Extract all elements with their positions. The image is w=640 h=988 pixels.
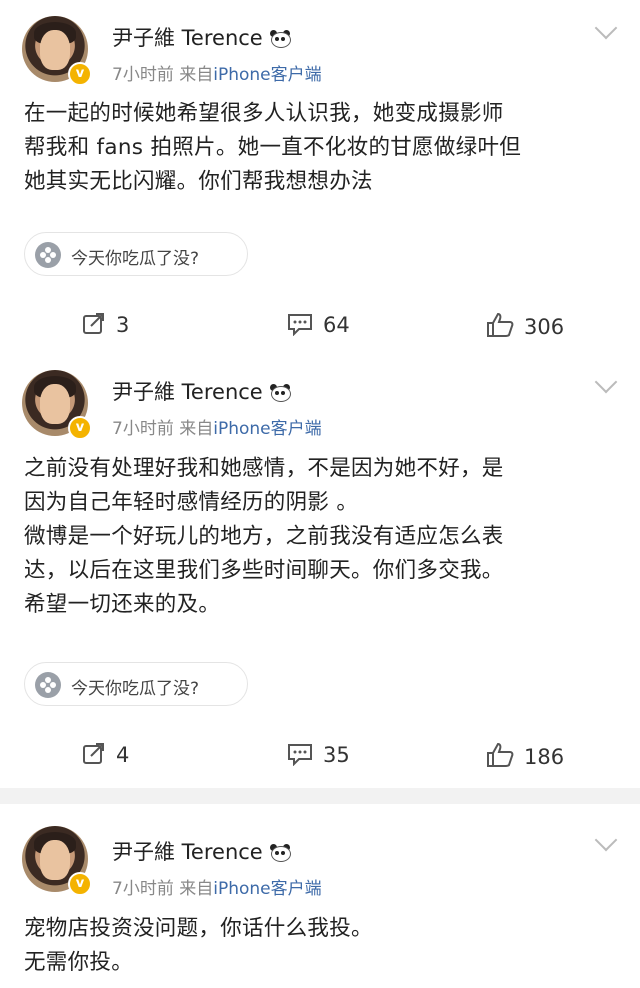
topic-chip[interactable]: 今天你吃瓜了没? (24, 232, 248, 276)
author-name[interactable]: 尹子維 Terence (112, 836, 293, 866)
author-name[interactable]: 尹子維 Terence (112, 376, 293, 406)
chevron-down-icon[interactable] (594, 828, 618, 852)
weibo-post: v 尹子維 Terence 7小时前 来自iPhone客户端 之前没有处理好我和… (0, 360, 640, 780)
post-meta: 7小时前 来自iPhone客户端 (112, 874, 322, 899)
chevron-down-icon[interactable] (594, 370, 618, 394)
source-prefix: 来自 (179, 879, 214, 899)
post-source[interactable]: iPhone客户端 (213, 65, 321, 85)
repost-icon (83, 743, 104, 764)
topic-label: 今天你吃瓜了没? (71, 679, 200, 699)
topic-chip[interactable]: 今天你吃瓜了没? (24, 662, 248, 706)
verified-badge-icon: v (68, 872, 92, 896)
post-source[interactable]: iPhone客户端 (213, 879, 321, 899)
repost-button[interactable]: 4 (82, 742, 129, 767)
like-icon (487, 312, 514, 337)
panda-emoji-icon (267, 383, 293, 402)
comment-icon (288, 314, 312, 336)
like-button[interactable]: 186 (486, 742, 564, 769)
source-prefix: 来自 (179, 65, 214, 85)
comment-button[interactable]: 64 (287, 312, 350, 337)
post-meta: 7小时前 来自iPhone客户端 (112, 414, 322, 439)
weibo-post: v 尹子維 Terence 7小时前 来自iPhone客户端 宠物店投资没问题，… (0, 804, 640, 988)
weibo-post: v 尹子維 Terence 7小时前 来自iPhone客户端 在一起的时候她希望… (0, 0, 640, 360)
post-source[interactable]: iPhone客户端 (213, 419, 321, 439)
comment-button[interactable]: 35 (287, 742, 350, 767)
verified-badge-icon: v (68, 416, 92, 440)
post-text: 在一起的时候她希望很多人认识我，她变成摄影师 帮我和 fans 拍照片。她一直不… (24, 101, 522, 194)
author-name[interactable]: 尹子維 Terence (112, 22, 293, 52)
topic-icon (35, 672, 61, 698)
source-prefix: 来自 (179, 419, 214, 439)
post-text: 宠物店投资没问题，你话什么我投。 无需你投。 (24, 916, 373, 975)
panda-emoji-icon (267, 29, 293, 48)
post-time: 7小时前 (112, 879, 174, 899)
repost-icon (83, 313, 104, 334)
like-icon (487, 742, 514, 767)
verified-badge-icon: v (68, 62, 92, 86)
post-meta: 7小时前 来自iPhone客户端 (112, 60, 322, 85)
feed-divider (0, 788, 640, 804)
like-button[interactable]: 306 (486, 312, 564, 339)
post-text: 之前没有处理好我和她感情，不是因为她不好，是 因为自己年轻时感情经历的阴影 。 … (24, 456, 504, 617)
chevron-down-icon[interactable] (594, 16, 618, 40)
post-time: 7小时前 (112, 65, 174, 85)
topic-label: 今天你吃瓜了没? (71, 249, 200, 269)
topic-icon (35, 242, 61, 268)
repost-button[interactable]: 3 (82, 312, 129, 337)
post-time: 7小时前 (112, 419, 174, 439)
panda-emoji-icon (267, 843, 293, 862)
comment-icon (288, 744, 312, 766)
